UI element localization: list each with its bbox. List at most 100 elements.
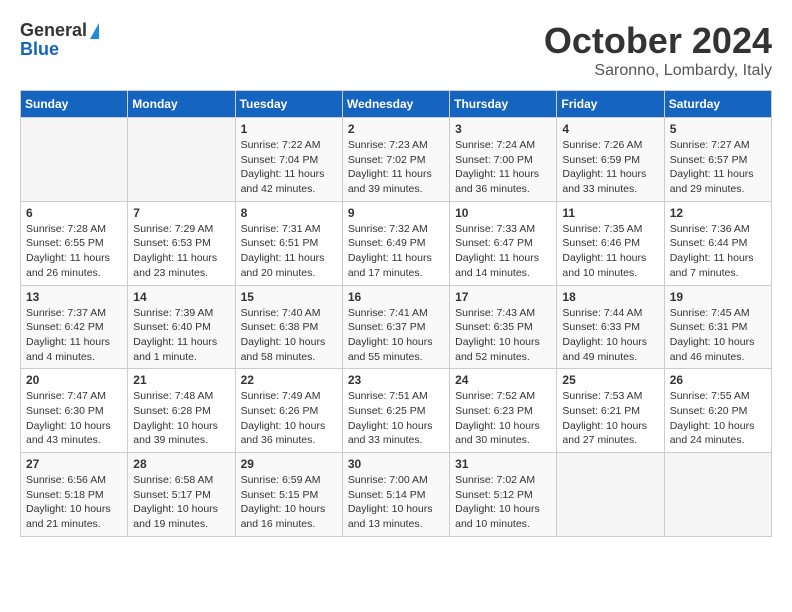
cell-details: Sunrise: 7:41 AM Sunset: 6:37 PM Dayligh… [348, 306, 444, 365]
calendar-cell: 6 Sunrise: 7:28 AM Sunset: 6:55 PM Dayli… [21, 201, 128, 285]
day-number: 24 [455, 373, 551, 387]
sunrise-text: Sunrise: 7:51 AM [348, 390, 428, 402]
day-number: 16 [348, 290, 444, 304]
cell-details: Sunrise: 7:28 AM Sunset: 6:55 PM Dayligh… [26, 222, 122, 281]
daylight-text: Daylight: 11 hours and 26 minutes. [26, 252, 110, 279]
sunrise-text: Sunrise: 7:36 AM [670, 223, 750, 235]
daylight-text: Daylight: 11 hours and 7 minutes. [670, 252, 754, 279]
sunset-text: Sunset: 6:47 PM [455, 237, 533, 249]
sunrise-text: Sunrise: 7:53 AM [562, 390, 642, 402]
daylight-text: Daylight: 10 hours and 55 minutes. [348, 336, 433, 363]
daylight-text: Daylight: 11 hours and 4 minutes. [26, 336, 110, 363]
sunset-text: Sunset: 6:49 PM [348, 237, 426, 249]
calendar-table: Sunday Monday Tuesday Wednesday Thursday… [20, 90, 772, 537]
sunset-text: Sunset: 6:53 PM [133, 237, 211, 249]
daylight-text: Daylight: 10 hours and 39 minutes. [133, 420, 218, 447]
sunset-text: Sunset: 6:30 PM [26, 405, 104, 417]
day-number: 27 [26, 457, 122, 471]
calendar-cell: 21 Sunrise: 7:48 AM Sunset: 6:28 PM Dayl… [128, 369, 235, 453]
cell-details: Sunrise: 7:53 AM Sunset: 6:21 PM Dayligh… [562, 389, 658, 448]
day-number: 10 [455, 206, 551, 220]
calendar-location: Saronno, Lombardy, Italy [544, 62, 772, 80]
day-number: 13 [26, 290, 122, 304]
daylight-text: Daylight: 10 hours and 30 minutes. [455, 420, 540, 447]
calendar-cell: 23 Sunrise: 7:51 AM Sunset: 6:25 PM Dayl… [342, 369, 449, 453]
calendar-cell: 7 Sunrise: 7:29 AM Sunset: 6:53 PM Dayli… [128, 201, 235, 285]
col-friday: Friday [557, 91, 664, 118]
sunset-text: Sunset: 6:33 PM [562, 321, 640, 333]
sunset-text: Sunset: 6:38 PM [241, 321, 319, 333]
sunset-text: Sunset: 6:40 PM [133, 321, 211, 333]
col-monday: Monday [128, 91, 235, 118]
sunrise-text: Sunrise: 7:47 AM [26, 390, 106, 402]
daylight-text: Daylight: 11 hours and 10 minutes. [562, 252, 646, 279]
sunset-text: Sunset: 6:44 PM [670, 237, 748, 249]
sunrise-text: Sunrise: 7:28 AM [26, 223, 106, 235]
cell-details: Sunrise: 7:40 AM Sunset: 6:38 PM Dayligh… [241, 306, 337, 365]
sunset-text: Sunset: 6:46 PM [562, 237, 640, 249]
calendar-cell [557, 453, 664, 537]
daylight-text: Daylight: 11 hours and 42 minutes. [241, 168, 325, 195]
calendar-cell: 31 Sunrise: 7:02 AM Sunset: 5:12 PM Dayl… [450, 453, 557, 537]
cell-details: Sunrise: 7:23 AM Sunset: 7:02 PM Dayligh… [348, 138, 444, 197]
day-number: 8 [241, 206, 337, 220]
daylight-text: Daylight: 10 hours and 21 minutes. [26, 503, 111, 530]
day-number: 12 [670, 206, 766, 220]
calendar-cell: 29 Sunrise: 6:59 AM Sunset: 5:15 PM Dayl… [235, 453, 342, 537]
cell-details: Sunrise: 7:29 AM Sunset: 6:53 PM Dayligh… [133, 222, 229, 281]
calendar-cell: 14 Sunrise: 7:39 AM Sunset: 6:40 PM Dayl… [128, 285, 235, 369]
daylight-text: Daylight: 11 hours and 29 minutes. [670, 168, 754, 195]
day-number: 25 [562, 373, 658, 387]
day-number: 31 [455, 457, 551, 471]
sunset-text: Sunset: 5:18 PM [26, 489, 104, 501]
page-header: General Blue October 2024 Saronno, Lomba… [20, 20, 772, 80]
sunrise-text: Sunrise: 7:55 AM [670, 390, 750, 402]
cell-details: Sunrise: 7:43 AM Sunset: 6:35 PM Dayligh… [455, 306, 551, 365]
sunrise-text: Sunrise: 7:41 AM [348, 307, 428, 319]
daylight-text: Daylight: 10 hours and 16 minutes. [241, 503, 326, 530]
day-number: 6 [26, 206, 122, 220]
cell-details: Sunrise: 7:33 AM Sunset: 6:47 PM Dayligh… [455, 222, 551, 281]
calendar-month-title: October 2024 [544, 20, 772, 62]
sunrise-text: Sunrise: 7:27 AM [670, 139, 750, 151]
calendar-week-row: 13 Sunrise: 7:37 AM Sunset: 6:42 PM Dayl… [21, 285, 772, 369]
sunrise-text: Sunrise: 7:31 AM [241, 223, 321, 235]
calendar-title-block: October 2024 Saronno, Lombardy, Italy [544, 20, 772, 80]
cell-details: Sunrise: 7:45 AM Sunset: 6:31 PM Dayligh… [670, 306, 766, 365]
daylight-text: Daylight: 10 hours and 33 minutes. [348, 420, 433, 447]
cell-details: Sunrise: 7:36 AM Sunset: 6:44 PM Dayligh… [670, 222, 766, 281]
sunset-text: Sunset: 6:28 PM [133, 405, 211, 417]
calendar-cell: 27 Sunrise: 6:56 AM Sunset: 5:18 PM Dayl… [21, 453, 128, 537]
sunrise-text: Sunrise: 7:24 AM [455, 139, 535, 151]
day-number: 30 [348, 457, 444, 471]
calendar-week-row: 20 Sunrise: 7:47 AM Sunset: 6:30 PM Dayl… [21, 369, 772, 453]
cell-details: Sunrise: 7:52 AM Sunset: 6:23 PM Dayligh… [455, 389, 551, 448]
calendar-cell [21, 118, 128, 202]
sunrise-text: Sunrise: 6:58 AM [133, 474, 213, 486]
daylight-text: Daylight: 10 hours and 43 minutes. [26, 420, 111, 447]
calendar-week-row: 27 Sunrise: 6:56 AM Sunset: 5:18 PM Dayl… [21, 453, 772, 537]
calendar-cell: 15 Sunrise: 7:40 AM Sunset: 6:38 PM Dayl… [235, 285, 342, 369]
day-number: 29 [241, 457, 337, 471]
calendar-cell: 13 Sunrise: 7:37 AM Sunset: 6:42 PM Dayl… [21, 285, 128, 369]
sunrise-text: Sunrise: 6:56 AM [26, 474, 106, 486]
cell-details: Sunrise: 7:24 AM Sunset: 7:00 PM Dayligh… [455, 138, 551, 197]
daylight-text: Daylight: 10 hours and 52 minutes. [455, 336, 540, 363]
sunset-text: Sunset: 5:15 PM [241, 489, 319, 501]
day-number: 17 [455, 290, 551, 304]
cell-details: Sunrise: 6:58 AM Sunset: 5:17 PM Dayligh… [133, 473, 229, 532]
daylight-text: Daylight: 11 hours and 39 minutes. [348, 168, 432, 195]
day-number: 2 [348, 122, 444, 136]
sunset-text: Sunset: 6:31 PM [670, 321, 748, 333]
daylight-text: Daylight: 10 hours and 24 minutes. [670, 420, 755, 447]
sunrise-text: Sunrise: 7:39 AM [133, 307, 213, 319]
sunset-text: Sunset: 6:55 PM [26, 237, 104, 249]
daylight-text: Daylight: 11 hours and 36 minutes. [455, 168, 539, 195]
day-number: 4 [562, 122, 658, 136]
sunset-text: Sunset: 5:12 PM [455, 489, 533, 501]
col-tuesday: Tuesday [235, 91, 342, 118]
sunset-text: Sunset: 6:42 PM [26, 321, 104, 333]
day-number: 26 [670, 373, 766, 387]
sunrise-text: Sunrise: 7:45 AM [670, 307, 750, 319]
calendar-cell: 12 Sunrise: 7:36 AM Sunset: 6:44 PM Dayl… [664, 201, 771, 285]
